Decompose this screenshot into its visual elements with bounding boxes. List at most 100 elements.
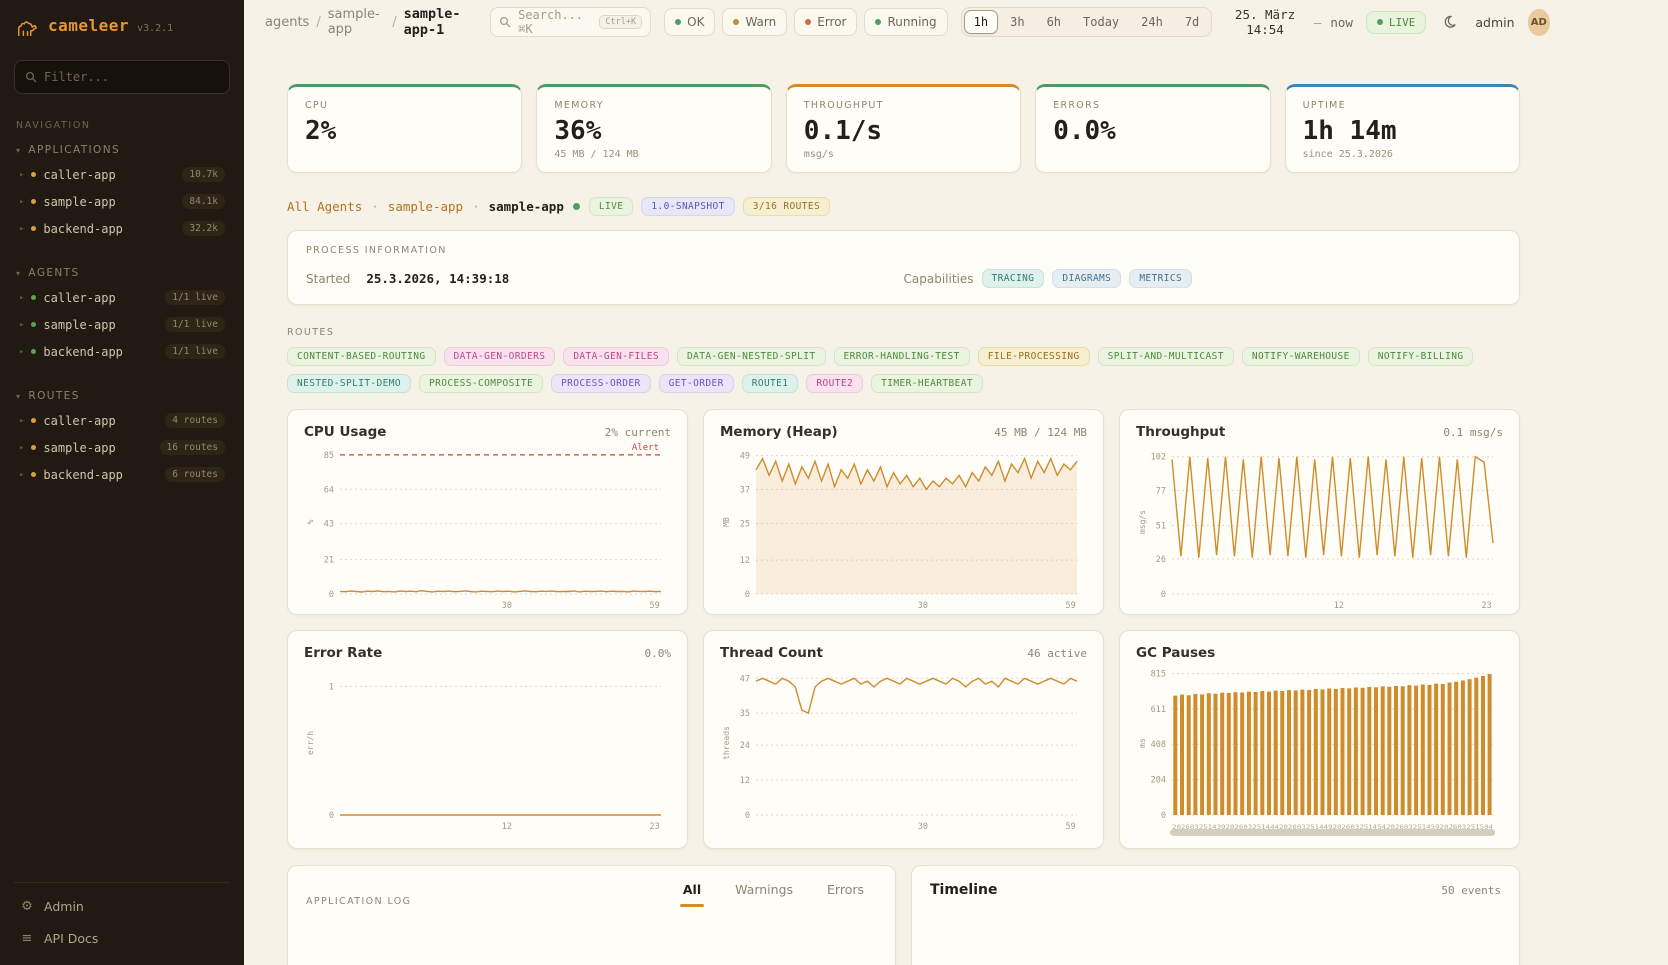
route-pill[interactable]: ROUTE1 [742,374,799,393]
app-version: v3.2.1 [137,23,173,34]
breadcrumb: agents / sample-app / sample-app-1 [265,6,477,38]
route-pill[interactable]: CONTENT-BASED-ROUTING [287,347,436,366]
time-range-button[interactable]: 24h [1131,10,1173,34]
chart-current-value: 0.1 msg/s [1443,426,1503,439]
route-pill[interactable]: SPLIT-AND-MULTICAST [1098,347,1234,366]
sidebar-item[interactable]: ▸ backend-app 32.2k [14,215,230,242]
breadcrumb-agents[interactable]: agents [265,15,309,30]
route-pill[interactable]: PROCESS-ORDER [551,374,651,393]
status-dot [805,19,811,25]
stat-subtext: msg/s [804,149,1003,161]
log-tab[interactable]: All [680,882,704,907]
stat-card: ERRORS 0.0% [1035,84,1270,173]
sidebar: cameleer v3.2.1 NAVIGATION ▾ APPLICATION… [0,0,244,965]
section-header-routes[interactable]: ▾ ROUTES [14,385,230,407]
sidebar-item[interactable]: ▸ caller-app 10.7k [14,161,230,188]
stat-subtext [305,149,504,161]
capabilities-label: Capabilities [904,272,974,286]
sidebar-item[interactable]: ▸ sample-app 16 routes [14,434,230,461]
timeline-event-count: 50 events [1441,884,1501,897]
route-pill[interactable]: NOTIFY-BILLING [1368,347,1474,366]
status-filter-chip[interactable]: Running [864,8,947,36]
application-log-card: APPLICATION LOG All Warnings Errors [287,865,896,965]
dark-mode-toggle[interactable] [1439,11,1462,34]
avatar[interactable]: AD [1528,9,1550,36]
sidebar-item[interactable]: ▸ backend-app 1/1 live [14,338,230,365]
stat-label: CPU [305,100,504,111]
route-pill[interactable]: FILE-PROCESSING [978,347,1090,366]
cameleer-logo-icon [16,16,40,40]
svg-text:0: 0 [745,590,750,600]
route-pill[interactable]: ERROR-HANDLING-TEST [834,347,970,366]
breadcrumb-sample-app[interactable]: sample-app [328,7,386,37]
app-logo-text: cameleer [48,16,129,35]
svg-text:threads: threads [722,726,731,760]
status-filter-chip[interactable]: OK [664,8,715,36]
logo-row[interactable]: cameleer v3.2.1 [14,16,230,40]
sidebar-item[interactable]: ▸ sample-app 84.1k [14,188,230,215]
now-label: now [1330,15,1353,30]
global-search[interactable]: Search... ⌘K Ctrl+K [490,7,651,37]
thread-count-card: Thread Count 46 active 012243547threads3… [703,630,1104,849]
filter-input[interactable] [44,70,219,84]
status-dot [875,19,881,25]
route-pill[interactable]: DATA-GEN-NESTED-SPLIT [677,347,826,366]
route-pill[interactable]: PROCESS-COMPOSITE [419,374,543,393]
sample-app-link[interactable]: sample-app [388,199,463,214]
route-pill[interactable]: ROUTE2 [806,374,863,393]
chart-svg: 0204408611815ms2026032514392026032514442… [1136,663,1503,833]
bottom-row: APPLICATION LOG All Warnings Errors [287,865,1520,965]
svg-text:12: 12 [740,776,750,786]
route-pill[interactable]: DATA-GEN-ORDERS [444,347,556,366]
date-range-display[interactable]: 25. März 14:54 — now [1225,7,1353,37]
sidebar-filter-box[interactable] [14,60,230,94]
svg-text:77: 77 [1156,486,1166,496]
agent-live-dot [573,203,580,210]
route-pill[interactable]: TIMER-HEARTBEAT [871,374,983,393]
sidebar-item[interactable]: ▸ caller-app 1/1 live [14,284,230,311]
error-rate-card: Error Rate 0.0% 01err/h1223 [287,630,688,849]
chevron-down-icon: ▾ [16,146,21,155]
section-label: ROUTES [28,390,79,402]
sidebar-item-badge: 84.1k [182,194,225,209]
sidebar-item[interactable]: ▸ backend-app 6 routes [14,461,230,488]
status-dot [31,418,36,423]
status-filter-chip[interactable]: Warn [722,8,787,36]
sidebar-item-badge: 1/1 live [165,317,225,332]
status-filter-chip[interactable]: Error [794,8,857,36]
status-dot [31,172,36,177]
svg-text:21: 21 [324,556,334,566]
svg-text:59: 59 [1065,601,1075,611]
route-pill[interactable]: GET-ORDER [659,374,734,393]
sidebar-item-badge: 6 routes [165,467,225,482]
status-dot [31,322,36,327]
svg-text:37: 37 [740,486,750,496]
svg-text:12: 12 [1334,601,1344,611]
route-pill[interactable]: NESTED-SPLIT-DEMO [287,374,411,393]
svg-text:49: 49 [740,452,750,462]
all-agents-link[interactable]: All Agents [287,199,362,214]
admin-link[interactable]: ⚙ Admin [14,891,230,921]
log-tab[interactable]: Warnings [732,882,796,907]
log-tab[interactable]: Errors [824,882,867,907]
api-docs-link[interactable]: ≡ API Docs [14,923,230,953]
date-label: 25. März 14:54 [1225,7,1305,37]
sidebar-item[interactable]: ▸ caller-app 4 routes [14,407,230,434]
route-pill[interactable]: NOTIFY-WAREHOUSE [1242,347,1360,366]
status-dot [675,19,681,25]
section-header-applications[interactable]: ▾ APPLICATIONS [14,139,230,161]
sidebar-item[interactable]: ▸ sample-app 1/1 live [14,311,230,338]
time-range-button[interactable]: 1h [964,10,998,34]
time-range-button[interactable]: 6h [1037,10,1071,34]
app-root: cameleer v3.2.1 NAVIGATION ▾ APPLICATION… [0,0,1668,965]
chart-svg: 0265177102msg/s1223 [1136,442,1503,612]
route-pill[interactable]: DATA-GEN-FILES [563,347,669,366]
time-range-button[interactable]: Today [1073,10,1129,34]
sidebar-item-badge: 16 routes [160,440,225,455]
status-filters: OK Warn Error Running [664,8,948,36]
time-range-button[interactable]: 3h [1000,10,1034,34]
time-range-button[interactable]: 7d [1175,10,1209,34]
navigation-label: NAVIGATION [16,120,228,131]
stat-label: ERRORS [1053,100,1252,111]
section-header-agents[interactable]: ▾ AGENTS [14,262,230,284]
